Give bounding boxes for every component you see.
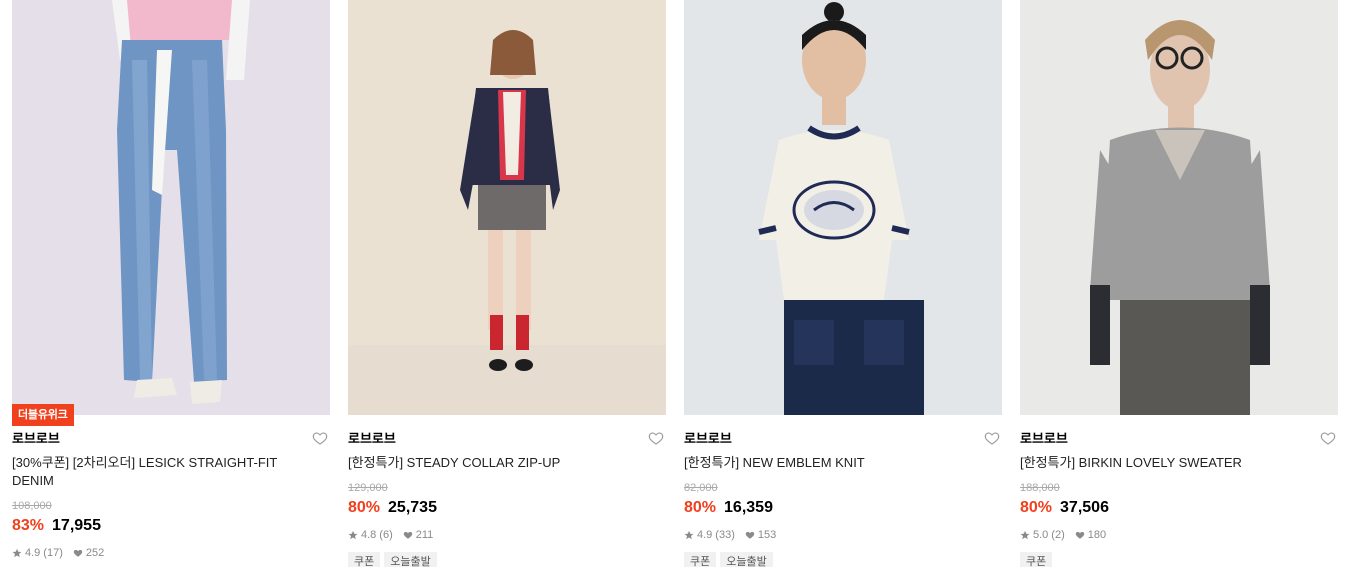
same-day-shipping-tag: 오늘출발	[384, 552, 437, 567]
heart-filled-icon	[73, 549, 83, 557]
promo-badge: 더블유위크	[12, 404, 74, 426]
heart-outline-icon	[1320, 432, 1336, 445]
review-meta: 5.0 (2) 180	[1020, 528, 1106, 542]
review-meta: 4.9 (33) 153	[684, 528, 776, 542]
review-meta: 4.8 (6) 211	[348, 528, 433, 542]
rating-value: 4.8	[361, 529, 377, 541]
product-card[interactable]: 로브로브 [한정특가] BIRKIN LOVELY SWEATER 188,00…	[1020, 0, 1338, 567]
product-image[interactable]	[12, 0, 330, 415]
sale-price: 37,506	[1060, 499, 1109, 516]
same-day-shipping-tag: 오늘출발	[720, 552, 773, 567]
product-card[interactable]: 로브로브 [한정특가] NEW EMBLEM KNIT 82,000 80% 1…	[684, 0, 1002, 567]
sale-price: 16,359	[724, 499, 773, 516]
review-count: (6)	[379, 529, 393, 541]
brand-name[interactable]: 로브로브	[12, 430, 60, 448]
product-title[interactable]: [한정특가] BIRKIN LOVELY SWEATER	[1020, 454, 1310, 472]
like-count: 252	[85, 547, 105, 559]
review-meta: 4.9 (17) 252	[12, 546, 104, 560]
price-block: 82,000 80% 16,359	[684, 481, 984, 518]
product-title[interactable]: [한정특가] STEADY COLLAR ZIP-UP	[348, 454, 638, 472]
discount-rate: 80%	[1020, 499, 1053, 516]
tag-list: 쿠폰 오늘출발	[684, 552, 777, 567]
sale-price: 17,955	[52, 517, 101, 534]
rating-value: 5.0	[1033, 529, 1049, 541]
product-image[interactable]	[348, 0, 666, 415]
original-price: 129,000	[348, 482, 388, 494]
discount-rate: 80%	[348, 499, 381, 516]
price-block: 108,000 83% 17,955	[12, 499, 312, 536]
heart-filled-icon	[403, 531, 412, 539]
tag-list: 쿠폰	[1020, 552, 1056, 567]
original-price: 108,000	[12, 500, 52, 512]
heart-outline-icon	[312, 432, 328, 445]
rating-value: 4.9	[25, 547, 41, 559]
product-image[interactable]	[684, 0, 1002, 415]
review-count: (33)	[715, 529, 735, 541]
heart-outline-icon	[984, 432, 1000, 445]
star-icon	[1020, 530, 1030, 540]
coupon-tag: 쿠폰	[1020, 552, 1053, 567]
like-count: 211	[415, 529, 434, 541]
star-icon	[12, 548, 22, 558]
product-image[interactable]	[1020, 0, 1338, 415]
product-title[interactable]: [한정특가] NEW EMBLEM KNIT	[684, 454, 974, 472]
product-card[interactable]: 더블유위크 로브로브 [30%쿠폰] [2차리오더] LESICK STRAIG…	[12, 0, 330, 567]
star-icon	[684, 530, 694, 540]
like-count: 153	[757, 529, 777, 541]
product-grid: 더블유위크 로브로브 [30%쿠폰] [2차리오더] LESICK STRAIG…	[0, 0, 1346, 567]
coupon-tag: 쿠폰	[348, 552, 381, 567]
like-button[interactable]	[312, 430, 328, 446]
original-price: 188,000	[1020, 482, 1060, 494]
product-title[interactable]: [30%쿠폰] [2차리오더] LESICK STRAIGHT-FIT DENI…	[12, 454, 302, 490]
product-card[interactable]: 로브로브 [한정특가] STEADY COLLAR ZIP-UP 129,000…	[348, 0, 666, 567]
heart-filled-icon	[745, 531, 755, 539]
original-price: 82,000	[684, 482, 718, 494]
rating-value: 4.9	[697, 529, 713, 541]
like-button[interactable]	[984, 430, 1000, 446]
discount-rate: 83%	[12, 517, 45, 534]
sale-price: 25,735	[388, 499, 437, 516]
coupon-tag: 쿠폰	[684, 552, 717, 567]
review-count: (17)	[43, 547, 63, 559]
tag-list: 쿠폰 오늘출발	[348, 552, 441, 567]
brand-name[interactable]: 로브로브	[348, 430, 396, 448]
heart-outline-icon	[648, 432, 664, 445]
price-block: 188,000 80% 37,506	[1020, 481, 1320, 518]
discount-rate: 80%	[684, 499, 717, 516]
like-button[interactable]	[1320, 430, 1336, 446]
like-button[interactable]	[648, 430, 664, 446]
like-count: 180	[1087, 529, 1107, 541]
brand-name[interactable]: 로브로브	[684, 430, 732, 448]
star-icon	[348, 530, 358, 540]
price-block: 129,000 80% 25,735	[348, 481, 648, 518]
review-count: (2)	[1051, 529, 1065, 541]
heart-filled-icon	[1075, 531, 1084, 539]
brand-name[interactable]: 로브로브	[1020, 430, 1068, 448]
